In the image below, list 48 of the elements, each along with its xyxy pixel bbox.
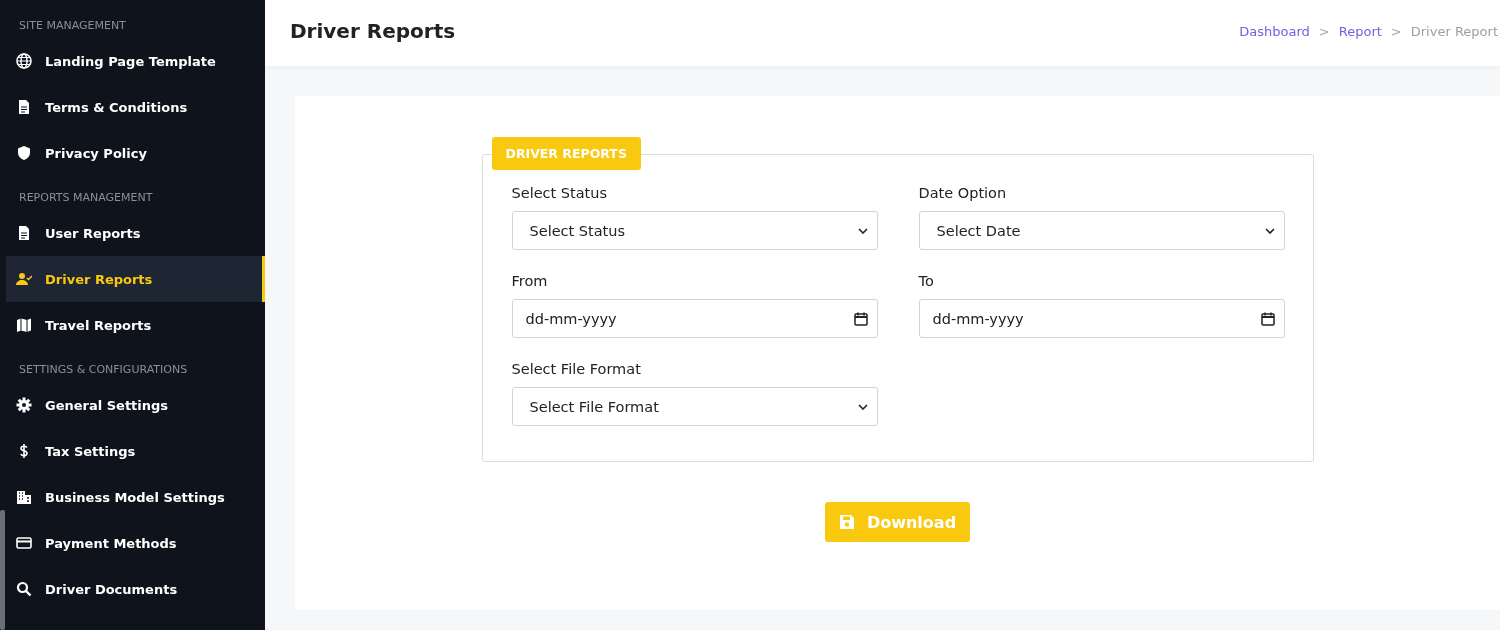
fieldset-legend: DRIVER REPORTS (491, 137, 641, 170)
calendar-icon[interactable] (1260, 311, 1275, 326)
sidebar-item[interactable]: Travel Reports (6, 302, 265, 348)
breadcrumb-link[interactable]: Dashboard (1239, 23, 1310, 39)
breadcrumb-current: Driver Report (1410, 23, 1498, 39)
sidebar-item[interactable]: Landing Page Template (6, 38, 265, 84)
sidebar-heading: SETTINGS & CONFIGURATIONS (18, 362, 189, 378)
page-title: Driver Reports (290, 19, 456, 43)
field-label: Select Status (511, 185, 609, 201)
sidebar-item[interactable]: Driver Reports (6, 256, 265, 302)
chevron-down-icon (1264, 227, 1275, 234)
scrollbar[interactable] (0, 510, 5, 630)
select-dropdown[interactable]: Select Status (511, 211, 878, 250)
map-icon (16, 317, 32, 333)
breadcrumb-separator: > (1390, 23, 1402, 39)
shield-icon (16, 145, 32, 161)
search-icon (16, 581, 32, 597)
sidebar-item[interactable]: Privacy Policy (6, 130, 265, 176)
document-icon (16, 99, 32, 115)
globe-icon (16, 53, 32, 69)
date-input[interactable]: dd-mm-yyyy (511, 299, 878, 338)
sidebar-item[interactable]: User Reports (6, 210, 265, 256)
sidebar-heading: REPORTS MANAGEMENT (18, 190, 154, 206)
select-dropdown[interactable]: Select Date (918, 211, 1285, 250)
sidebar-heading: SITE MANAGEMENT (18, 18, 127, 34)
field-label: From (511, 273, 549, 289)
calendar-icon[interactable] (853, 311, 868, 326)
field-label: Select File Format (511, 361, 642, 377)
save-icon (838, 514, 855, 530)
select-dropdown[interactable]: Select File Format (511, 387, 878, 426)
user-check-icon (16, 271, 32, 287)
breadcrumb-separator: > (1318, 23, 1330, 39)
breadcrumb-link[interactable]: Report (1338, 23, 1382, 39)
field-label: Date Option (918, 185, 1008, 201)
document-icon (16, 225, 32, 241)
credit-card-icon (16, 535, 32, 551)
sidebar-item[interactable]: Business Model Settings (6, 474, 265, 520)
sidebar-item[interactable]: Payment Methods (6, 520, 265, 566)
field-label: To (918, 273, 935, 289)
date-input[interactable]: dd-mm-yyyy (918, 299, 1285, 338)
chevron-down-icon (857, 403, 868, 410)
sidebar-item[interactable]: Tax Settings (6, 428, 265, 474)
building-icon (16, 489, 32, 505)
chevron-down-icon (857, 227, 868, 234)
sidebar-item[interactable]: Driver Documents (6, 566, 265, 612)
settings-icon (16, 397, 32, 413)
sidebar-item[interactable]: General Settings (6, 382, 265, 428)
sidebar-item[interactable]: Terms & Conditions (6, 84, 265, 130)
